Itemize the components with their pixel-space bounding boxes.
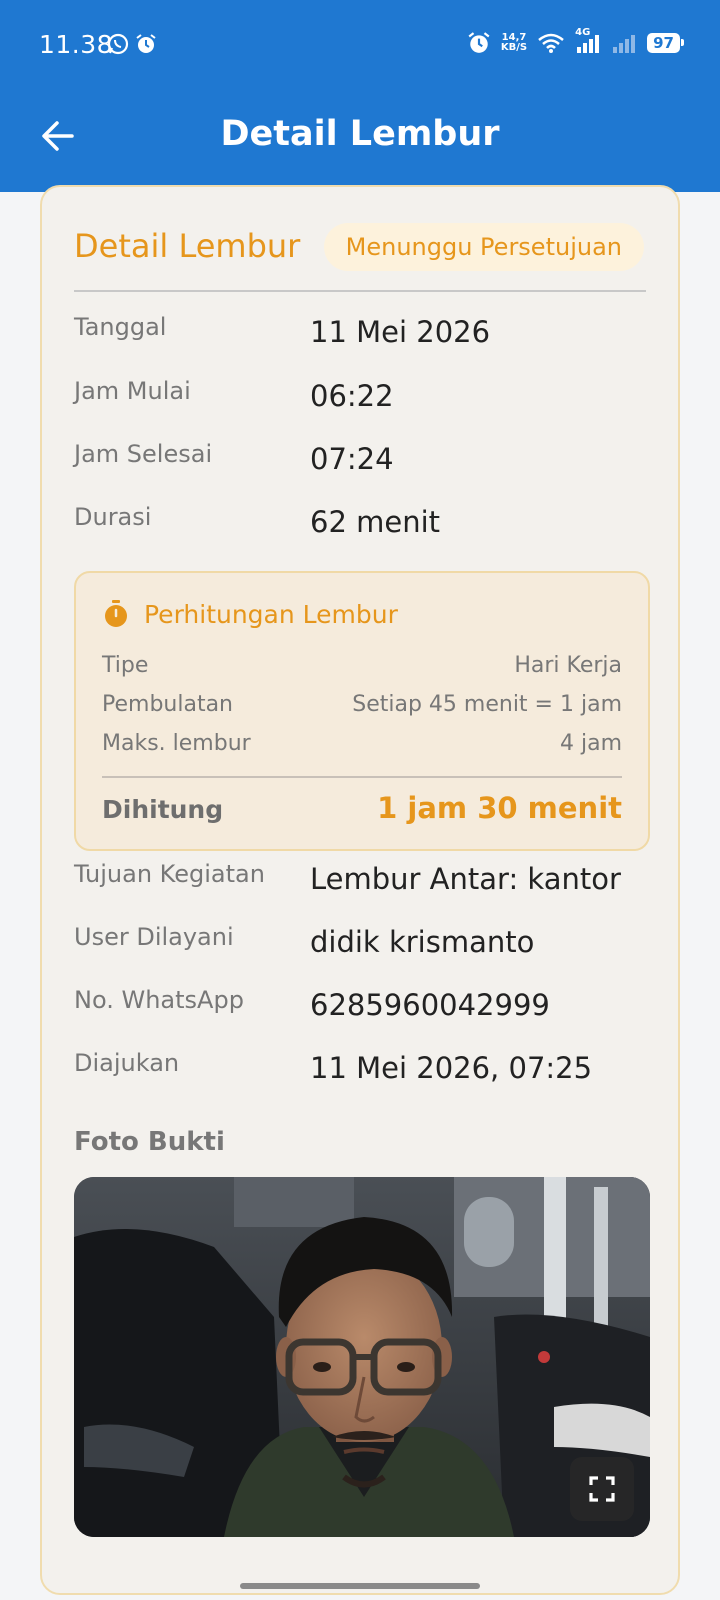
field-value: 11 Mei 2026 xyxy=(310,315,491,349)
calc-total-label: Dihitung xyxy=(102,795,224,824)
field-row-user-dilayani: User Dilayani didik krismanto xyxy=(74,923,646,963)
field-value: 07:24 xyxy=(310,442,394,476)
field-label: User Dilayani xyxy=(74,923,234,951)
calc-label: Pembulatan xyxy=(102,692,234,717)
fullscreen-icon xyxy=(589,1476,615,1502)
status-bar: 11.38 14,7 KB/S 4G 97 xyxy=(0,0,720,92)
status-time: 11.38 xyxy=(39,30,114,59)
overtime-detail-card: Detail Lembur Menunggu Persetujuan Tangg… xyxy=(40,185,680,1595)
status-left-icons xyxy=(107,33,157,55)
calculation-title: Perhitungan Lembur xyxy=(144,599,398,629)
field-row-jam-mulai: Jam Mulai 06:22 xyxy=(74,377,646,417)
field-row-tujuan-kegiatan: Tujuan Kegiatan Lembur Antar: kantor xyxy=(74,860,646,900)
field-row-durasi: Durasi 62 menit xyxy=(74,503,646,543)
app-bar: Detail Lembur xyxy=(0,92,720,192)
status-right-icons: 14,7 KB/S 4G 97 xyxy=(467,27,684,55)
calc-label: Maks. lembur xyxy=(102,731,251,756)
calc-value: 4 jam xyxy=(559,731,622,756)
home-indicator xyxy=(240,1583,480,1589)
field-label: No. WhatsApp xyxy=(74,986,244,1014)
evidence-photo[interactable] xyxy=(74,1177,650,1537)
signal-4g: 4G xyxy=(575,27,601,55)
signal-icon xyxy=(577,35,600,53)
field-label: Durasi xyxy=(74,503,152,531)
calc-total-value: 1 jam 30 menit xyxy=(377,791,622,825)
alarm-icon xyxy=(468,32,490,53)
calc-value: Setiap 45 menit = 1 jam xyxy=(352,692,622,717)
field-label: Diajukan xyxy=(74,1049,180,1077)
field-row-whatsapp: No. WhatsApp 6285960042999 xyxy=(74,986,646,1026)
calc-row-tipe: Tipe Hari Kerja xyxy=(102,653,622,683)
photo-illustration xyxy=(74,1177,650,1537)
overtime-calculation-box: Perhitungan Lembur Tipe Hari Kerja Pembu… xyxy=(74,571,650,851)
wifi-icon xyxy=(538,33,564,53)
field-row-jam-selesai: Jam Selesai 07:24 xyxy=(74,440,646,480)
card-title: Detail Lembur xyxy=(74,227,301,265)
calc-row-pembulatan: Pembulatan Setiap 45 menit = 1 jam xyxy=(102,692,622,722)
page-title: Detail Lembur xyxy=(220,114,500,154)
calc-row-maks-lembur: Maks. lembur 4 jam xyxy=(102,731,622,761)
battery-indicator: 97 xyxy=(647,33,684,53)
network-speed-unit: KB/S xyxy=(500,42,528,53)
stopwatch-icon xyxy=(105,600,127,627)
field-label: Tanggal xyxy=(74,313,167,341)
field-label: Jam Selesai xyxy=(74,440,213,468)
field-value: Lembur Antar: kantor xyxy=(310,862,621,896)
field-label: Jam Mulai xyxy=(74,377,191,405)
network-speed: 14,7 KB/S xyxy=(501,33,527,53)
status-badge: Menunggu Persetujuan xyxy=(323,223,644,271)
calc-label: Tipe xyxy=(102,653,149,678)
field-row-tanggal: Tanggal 11 Mei 2026 xyxy=(74,313,646,353)
field-value: 06:22 xyxy=(310,379,394,413)
field-label: Tujuan Kegiatan xyxy=(74,860,265,888)
calc-total-row: Dihitung 1 jam 30 menit xyxy=(102,791,622,831)
field-value: 62 menit xyxy=(310,505,441,539)
divider xyxy=(74,290,646,292)
card-header: Detail Lembur Menunggu Persetujuan xyxy=(74,223,646,285)
calc-divider xyxy=(102,776,622,778)
field-value: 6285960042999 xyxy=(310,988,550,1022)
alarm-icon xyxy=(136,34,156,53)
field-value: didik krismanto xyxy=(310,925,535,959)
field-row-diajukan: Diajukan 11 Mei 2026, 07:25 xyxy=(74,1049,646,1089)
expand-photo-button[interactable] xyxy=(570,1457,634,1521)
photo-section-label: Foto Bukti xyxy=(74,1127,225,1157)
field-value: 11 Mei 2026, 07:25 xyxy=(310,1051,593,1085)
calc-value: Hari Kerja xyxy=(514,653,622,678)
whatsapp-icon xyxy=(107,33,129,55)
calculation-header: Perhitungan Lembur xyxy=(102,599,398,629)
signal-weak-icon xyxy=(613,35,636,53)
